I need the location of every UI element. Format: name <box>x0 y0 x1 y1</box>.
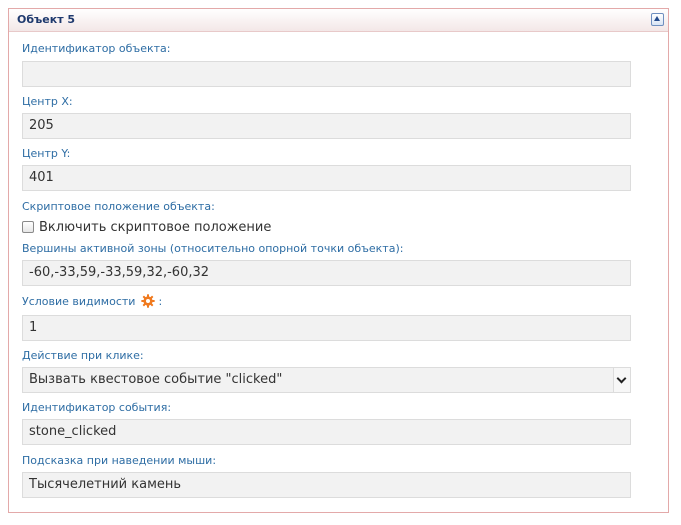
visibility-label-row: Условие видимости : <box>22 294 162 308</box>
center-x-label: Центр X: <box>22 95 73 108</box>
gear-icon[interactable] <box>141 294 155 308</box>
visibility-input[interactable]: 1 <box>22 315 631 341</box>
object-id-label: Идентификатор объекта: <box>22 42 171 55</box>
script-position-label: Скриптовое положение объекта: <box>22 200 215 213</box>
hover-hint-input[interactable]: Тысячелетний камень <box>22 472 631 498</box>
chevron-down-icon <box>616 373 627 384</box>
panel-header: Объект 5 <box>9 9 668 32</box>
panel-title: Объект 5 <box>17 13 76 26</box>
center-y-input[interactable]: 401 <box>22 165 631 191</box>
event-id-label: Идентификатор события: <box>22 401 172 414</box>
visibility-label: Условие видимости <box>22 295 136 308</box>
event-id-input[interactable]: stone_clicked <box>22 419 631 445</box>
object-panel: Объект 5 Идентификатор объекта: Центр X:… <box>8 8 669 513</box>
center-y-label: Центр Y: <box>22 147 71 160</box>
script-position-checkbox-label[interactable]: Включить скриптовое положение <box>39 220 271 235</box>
click-action-label: Действие при клике: <box>22 349 144 362</box>
collapse-up-icon <box>654 16 660 21</box>
center-x-input[interactable]: 205 <box>22 113 631 139</box>
hover-hint-label: Подсказка при наведении мыши: <box>22 454 217 467</box>
script-position-checkbox-row[interactable]: Включить скриптовое положение <box>22 219 271 235</box>
visibility-label-suffix: : <box>158 295 163 308</box>
active-zone-label: Вершины активной зоны (относительно опор… <box>22 242 404 255</box>
click-action-selected: Вызвать квестовое событие "clicked" <box>29 372 283 387</box>
active-zone-input[interactable]: -60,-33,59,-33,59,32,-60,32 <box>22 260 631 286</box>
script-position-checkbox[interactable] <box>22 221 34 233</box>
select-arrow[interactable] <box>613 368 630 392</box>
click-action-select[interactable]: Вызвать квестовое событие "clicked" <box>22 367 631 393</box>
collapse-button[interactable] <box>651 13 664 26</box>
object-id-input[interactable] <box>22 61 631 87</box>
